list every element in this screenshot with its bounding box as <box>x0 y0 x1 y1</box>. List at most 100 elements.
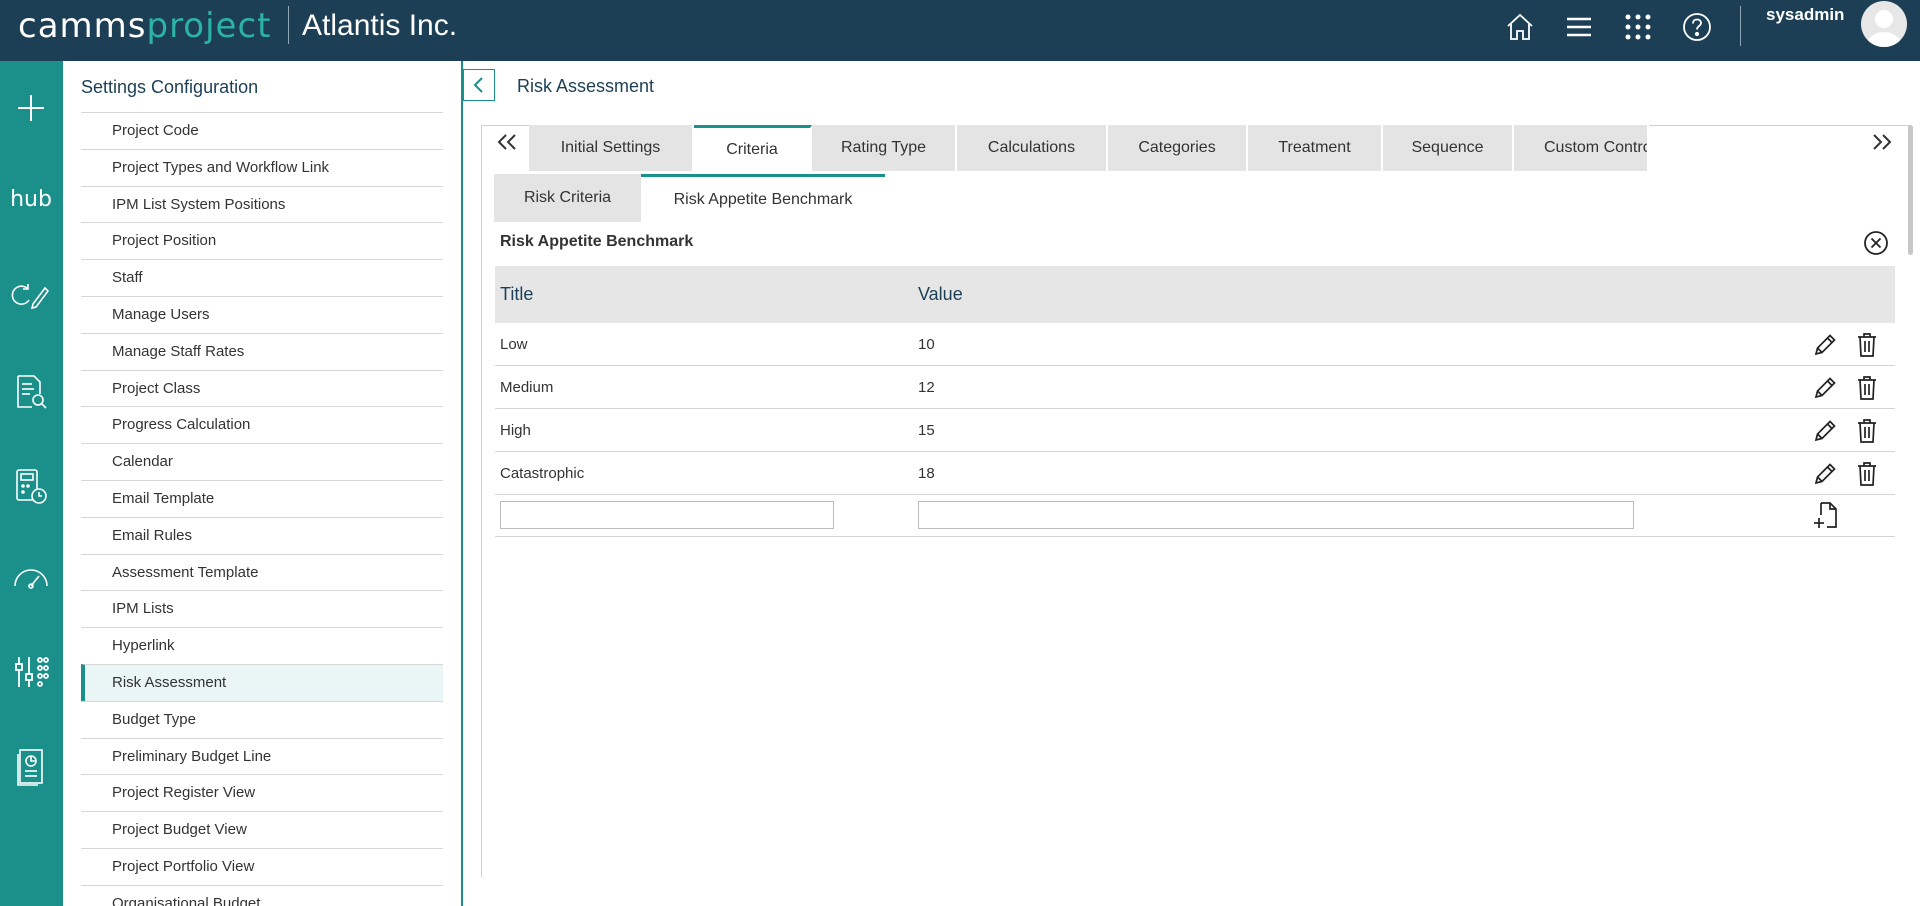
new-value-input[interactable] <box>918 501 1634 529</box>
tab-label: Rating Type <box>840 139 927 156</box>
cell-title: Medium <box>500 378 554 396</box>
top-bar: cammsproject Atlantis Inc. sysadmin <box>0 0 1920 61</box>
new-title-input[interactable] <box>500 501 834 529</box>
settings-panel: Settings Configuration Project Code Proje… <box>63 61 463 906</box>
subtab-risk-criteria[interactable]: Risk Criteria <box>494 174 641 222</box>
cell-value: 10 <box>918 335 935 353</box>
settings-list: Project Code Project Types and Workflow L… <box>81 112 443 906</box>
settings-item-calendar[interactable]: Calendar <box>81 443 443 480</box>
edit-icon[interactable] <box>1811 374 1839 402</box>
column-header-title[interactable]: Title <box>500 284 533 305</box>
settings-item-project-code[interactable]: Project Code <box>81 112 443 149</box>
tab-categories[interactable]: Categories <box>1108 125 1248 171</box>
username[interactable]: sysadmin <box>1766 5 1844 25</box>
left-rail: hub <box>0 61 63 906</box>
organization-name: Atlantis Inc. <box>302 9 458 42</box>
tab-sequence[interactable]: Sequence <box>1383 125 1514 171</box>
settings-item-project-class[interactable]: Project Class <box>81 369 443 407</box>
settings-item-project-position[interactable]: Project Position <box>81 222 443 259</box>
tab-rating-type[interactable]: Rating Type <box>812 125 957 171</box>
delete-icon[interactable] <box>1853 417 1881 445</box>
table-row: High 15 <box>495 409 1895 452</box>
main-tabs: Initial Settings Criteria Rating Type Calcu… <box>529 125 1649 171</box>
close-icon[interactable] <box>1863 230 1889 256</box>
settings-item-risk-assessment[interactable]: Risk Assessment <box>81 663 443 701</box>
cell-value: 18 <box>918 464 935 482</box>
new-row <box>495 495 1895 537</box>
dashboard-icon[interactable] <box>8 649 54 695</box>
document-search-icon[interactable] <box>8 369 54 415</box>
section-title: Risk Appetite Benchmark <box>500 233 694 250</box>
calculator-clock-icon[interactable] <box>8 464 54 510</box>
logo-text-accent: project <box>146 6 272 46</box>
add-row-icon[interactable] <box>1812 501 1840 529</box>
hub-label: hub <box>10 186 52 212</box>
column-header-value[interactable]: Value <box>918 284 963 305</box>
vertical-scrollbar[interactable] <box>1908 125 1913 255</box>
edit-icon[interactable] <box>1811 460 1839 488</box>
settings-item-project-register-view[interactable]: Project Register View <box>81 774 443 811</box>
cell-value: 12 <box>918 378 935 396</box>
report-icon[interactable] <box>8 744 54 790</box>
settings-item-ipm-lists[interactable]: IPM Lists <box>81 590 443 627</box>
cell-value: 15 <box>918 421 935 439</box>
delete-icon[interactable] <box>1853 460 1881 488</box>
tabs-next-icon[interactable] <box>1867 127 1897 157</box>
tab-label: Criteria <box>726 140 778 158</box>
tab-calculations[interactable]: Calculations <box>957 125 1108 171</box>
settings-item-manage-users[interactable]: Manage Users <box>81 295 443 333</box>
settings-item-project-types-and-workflow-link[interactable]: Project Types and Workflow Link <box>81 148 443 186</box>
edit-icon[interactable] <box>1811 331 1839 359</box>
settings-item-ipm-list-system-positions[interactable]: IPM List System Positions <box>81 185 443 223</box>
subtab-label: Risk Criteria <box>523 189 612 206</box>
cell-title: Low <box>500 335 528 353</box>
help-icon[interactable] <box>1680 10 1714 44</box>
cell-title: Catastrophic <box>500 464 585 482</box>
tab-label: Treatment <box>1278 139 1351 156</box>
add-icon[interactable] <box>8 85 54 131</box>
delete-icon[interactable] <box>1853 374 1881 402</box>
avatar[interactable] <box>1861 1 1907 47</box>
hub-icon[interactable]: hub <box>8 176 54 222</box>
settings-item-progress-calculation[interactable]: Progress Calculation <box>81 406 443 443</box>
home-icon[interactable] <box>1503 10 1537 44</box>
settings-item-manage-staff-rates[interactable]: Manage Staff Rates <box>81 332 443 370</box>
menu-icon[interactable] <box>1562 10 1596 44</box>
tab-initial-settings[interactable]: Initial Settings <box>529 125 694 171</box>
tab-criteria[interactable]: Criteria <box>694 125 812 171</box>
settings-item-hyperlink[interactable]: Hyperlink <box>81 627 443 664</box>
back-button[interactable] <box>463 69 495 101</box>
tab-label: Categories <box>1138 139 1216 156</box>
settings-item-organisational-budget[interactable]: Organisational Budget <box>81 884 443 906</box>
table-row: Catastrophic 18 <box>495 452 1895 495</box>
tab-label: Custom Contro <box>1544 139 1649 156</box>
gauge-icon[interactable] <box>8 556 54 602</box>
settings-item-assessment-template[interactable]: Assessment Template <box>81 553 443 591</box>
tab-custom-contro[interactable]: Custom Contro <box>1514 125 1649 171</box>
tab-treatment[interactable]: Treatment <box>1248 125 1383 171</box>
delete-icon[interactable] <box>1853 331 1881 359</box>
settings-item-email-template[interactable]: Email Template <box>81 479 443 517</box>
sub-tabs: Risk Criteria Risk Appetite Benchmark <box>494 174 885 222</box>
edit-icon[interactable] <box>1811 417 1839 445</box>
subtab-risk-appetite-benchmark[interactable]: Risk Appetite Benchmark <box>641 174 885 222</box>
settings-item-staff[interactable]: Staff <box>81 259 443 296</box>
table-row: Medium 12 <box>495 366 1895 409</box>
user-divider <box>1740 6 1741 46</box>
tab-label: Sequence <box>1411 139 1484 156</box>
settings-item-email-rules[interactable]: Email Rules <box>81 516 443 554</box>
grid-body: Low 10 Medium 12 High 15 Catastrophic 18 <box>495 323 1895 495</box>
settings-item-project-portfolio-view[interactable]: Project Portfolio View <box>81 847 443 885</box>
refresh-edit-icon[interactable] <box>8 272 54 318</box>
tabs-prev-icon[interactable] <box>492 127 522 157</box>
grid-header: Title Value <box>495 266 1895 323</box>
cell-title: High <box>500 421 531 439</box>
apps-grid-icon[interactable] <box>1621 10 1655 44</box>
settings-item-budget-type[interactable]: Budget Type <box>81 700 443 738</box>
page-title: Risk Assessment <box>517 76 655 96</box>
settings-item-project-budget-view[interactable]: Project Budget View <box>81 811 443 848</box>
app-logo[interactable]: cammsproject <box>18 6 272 46</box>
tab-label: Initial Settings <box>560 139 661 156</box>
settings-item-preliminary-budget-line[interactable]: Preliminary Budget Line <box>81 737 443 775</box>
settings-title: Settings Configuration <box>81 77 259 97</box>
